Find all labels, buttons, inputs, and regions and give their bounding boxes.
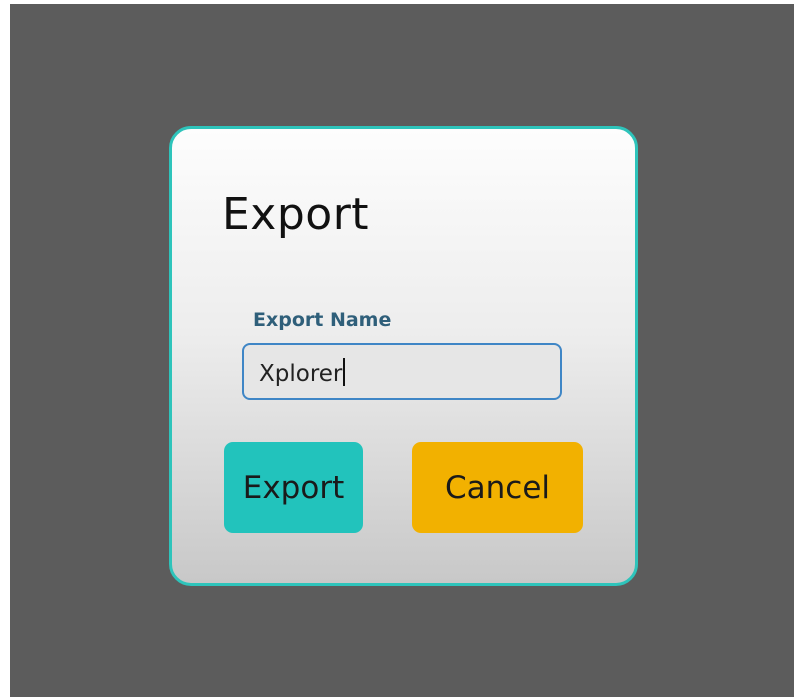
- export-dialog: Export Export Name Xplorer Export Cancel: [169, 126, 638, 586]
- dialog-title: Export: [222, 189, 370, 240]
- export-name-input[interactable]: Xplorer: [242, 343, 562, 400]
- export-name-text: Xplorer: [259, 361, 343, 387]
- export-name-label: Export Name: [253, 309, 392, 331]
- text-caret: [343, 358, 346, 386]
- cancel-button[interactable]: Cancel: [412, 442, 583, 533]
- export-button[interactable]: Export: [224, 442, 363, 533]
- export-name-value: Xplorer: [259, 358, 346, 387]
